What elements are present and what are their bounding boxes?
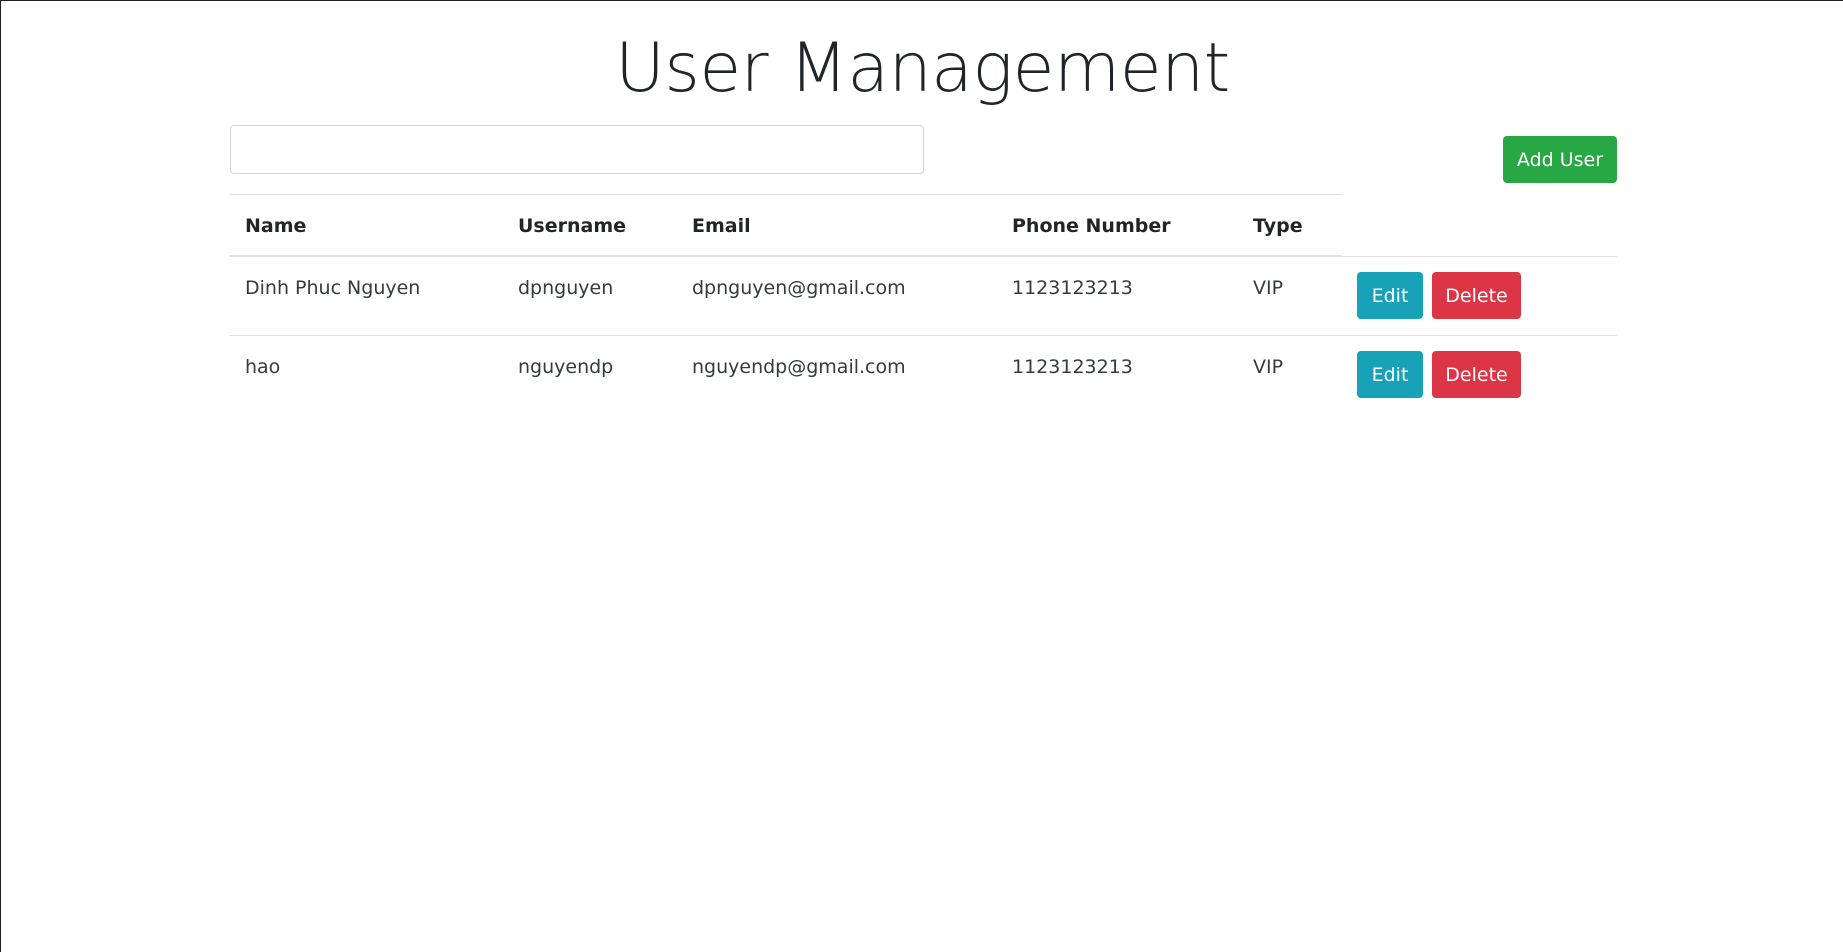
cell-name: hao <box>245 356 281 378</box>
delete-button[interactable]: Delete <box>1432 272 1521 319</box>
cell-email: dpnguyen@gmail.com <box>692 277 906 299</box>
edit-button[interactable]: Edit <box>1357 351 1423 398</box>
header-username: Username <box>518 215 627 237</box>
table-top-border <box>230 194 1342 195</box>
page-title: User Management <box>615 29 1230 108</box>
cell-type: VIP <box>1253 277 1284 299</box>
header-email: Email <box>692 215 751 237</box>
cell-name: Dinh Phuc Nguyen <box>245 277 421 299</box>
header-name: Name <box>245 215 307 237</box>
add-user-button[interactable]: Add User <box>1503 136 1617 183</box>
delete-button[interactable]: Delete <box>1432 351 1521 398</box>
cell-phone-number: 1123123213 <box>1012 356 1133 378</box>
cell-username: nguyendp <box>518 356 614 378</box>
row-divider <box>230 335 1617 336</box>
cell-type: VIP <box>1253 356 1284 378</box>
header-type: Type <box>1253 215 1303 237</box>
search-input[interactable] <box>230 125 924 174</box>
header-bottom-border-ext <box>1342 256 1617 257</box>
header-bottom-border <box>230 255 1342 257</box>
header-phone-number: Phone Number <box>1012 215 1171 237</box>
cell-phone-number: 1123123213 <box>1012 277 1133 299</box>
edit-button[interactable]: Edit <box>1357 272 1423 319</box>
cell-username: dpnguyen <box>518 277 614 299</box>
cell-email: nguyendp@gmail.com <box>692 356 906 378</box>
